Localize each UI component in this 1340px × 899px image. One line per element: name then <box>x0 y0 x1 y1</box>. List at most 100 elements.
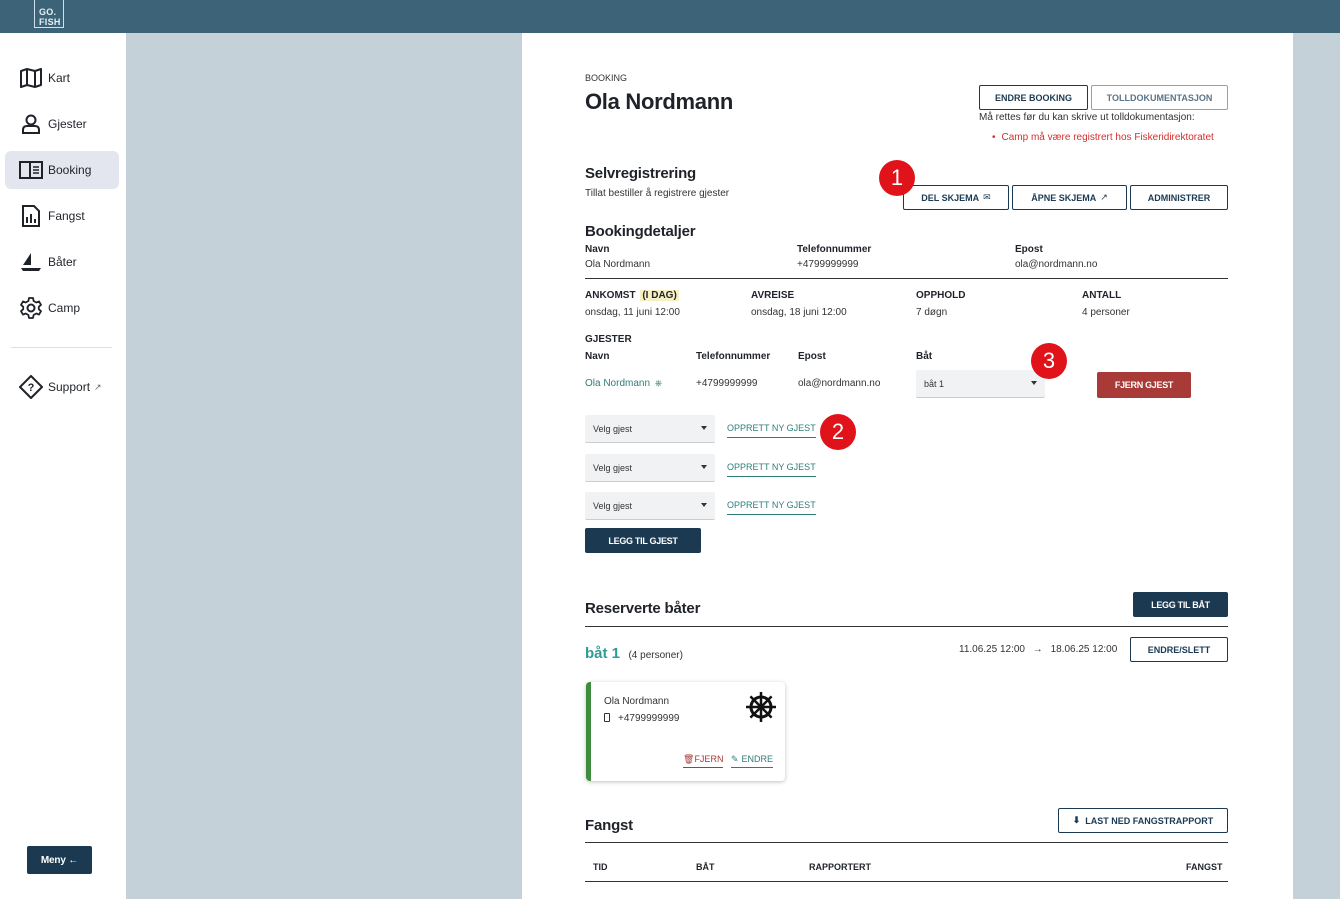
catch-header-divider <box>585 881 1228 882</box>
sidebar-item-label: Fangst <box>48 209 85 223</box>
guests-col-name: Navn <box>585 351 610 362</box>
chevron-down-icon <box>701 426 707 430</box>
edit-delete-boat-button[interactable]: ENDRE/SLETT <box>1130 637 1228 662</box>
guests-col-phone: Telefonnummer <box>696 351 771 362</box>
sidebar-item-support[interactable]: ? Support ↗ <box>5 368 119 406</box>
share-form-button[interactable]: DEL SKJEMA ✉ <box>903 185 1009 210</box>
edit-booking-button[interactable]: ENDRE BOOKING <box>979 85 1088 110</box>
arrival-value: onsdag, 11 juni 12:00 <box>585 307 680 318</box>
external-link-icon: ↗ <box>94 381 102 392</box>
page-title: Ola Nordmann <box>585 89 733 114</box>
customs-documentation-button[interactable]: TOLLDOKUMENTASJON <box>1091 85 1228 110</box>
customs-warning-text: Camp må være registrert hos Fiskeridirek… <box>1001 132 1214 143</box>
sidebar-item-gjester[interactable]: Gjester <box>5 105 119 143</box>
menu-toggle-button[interactable]: Meny ← <box>27 846 92 874</box>
today-badge: (I DAG) <box>640 290 679 301</box>
details-divider <box>585 278 1228 279</box>
stay-value: 7 døgn <box>916 307 948 318</box>
card-edit-link[interactable]: ✎ ENDRE <box>731 754 774 768</box>
sidebar-item-label: Booking <box>48 163 92 177</box>
map-icon <box>19 66 43 90</box>
phone-label: Telefonnummer <box>797 244 872 255</box>
sidebar-item-fangst[interactable]: Fangst <box>5 197 119 235</box>
gear-icon <box>19 296 43 320</box>
guests-title: GJESTER <box>585 334 632 345</box>
boat-name[interactable]: båt 1 <box>585 645 620 662</box>
annotation-badge-2: 2 <box>820 414 856 450</box>
chevron-down-icon <box>701 465 707 469</box>
administer-button[interactable]: ADMINISTRER <box>1130 185 1228 210</box>
sidebar: Kart Gjester Booking Fangst Båter Camp ? <box>0 33 126 899</box>
guests-col-email: Epost <box>798 351 826 362</box>
booking-panel: BOOKING Ola Nordmann ENDRE BOOKING TOLLD… <box>522 33 1293 899</box>
arrow-right-icon: → <box>1032 644 1043 655</box>
select-guest-placeholder: Velg gjest <box>593 462 633 473</box>
guest-boat-select[interactable]: båt 1 <box>916 370 1045 398</box>
boat-icon <box>19 250 43 274</box>
guest-row-name[interactable]: Ola Nordmann ⎈ <box>585 378 662 389</box>
booking-details-title: Bookingdetaljer <box>585 223 696 240</box>
catch-col-catch: FANGST <box>1186 862 1223 872</box>
boat-capacity: (4 personer) <box>628 650 683 661</box>
select-guest-dropdown[interactable]: Velg gjest <box>585 492 715 520</box>
share-form-label: DEL SKJEMA <box>921 192 980 203</box>
departure-label: AVREISE <box>751 290 795 301</box>
sidebar-item-label: Båter <box>48 255 77 269</box>
catch-divider <box>585 842 1228 843</box>
helm-icon: ⎈ <box>654 378 663 388</box>
select-guest-dropdown[interactable]: Velg gjest <box>585 454 715 482</box>
download-catch-report-button[interactable]: ⬇ LAST NED FANGSTRAPPORT <box>1058 808 1228 833</box>
card-remove-link[interactable]: 🗑FJERN <box>683 754 724 768</box>
boat-date-from: 11.06.25 12:00 <box>959 644 1025 655</box>
card-remove-label: FJERN <box>694 754 724 764</box>
sidebar-item-booking[interactable]: Booking <box>5 151 119 189</box>
card-edit-label: ENDRE <box>741 754 774 764</box>
add-guest-button[interactable]: LEGG TIL GJEST <box>585 528 701 553</box>
guest-row-phone: +4799999999 <box>696 378 758 389</box>
chevron-down-icon <box>701 503 707 507</box>
sidebar-item-label: Camp <box>48 301 81 315</box>
chevron-down-icon <box>1031 381 1037 385</box>
sidebar-item-kart[interactable]: Kart <box>5 59 119 97</box>
arrival-label-text: ANKOMST <box>585 290 636 301</box>
trash-icon: 🗑 <box>683 754 695 764</box>
customs-warning-item: • Camp må være registrert hos Fiskeridire… <box>992 132 1214 143</box>
card-guest-phone-row: +4799999999 <box>604 713 679 724</box>
create-new-guest-link[interactable]: OPPRETT NY GJEST <box>727 500 816 515</box>
top-bar: GO. FISH <box>0 0 1340 33</box>
annotation-badge-3: 3 <box>1031 343 1067 379</box>
logo-line1: GO. <box>39 7 57 17</box>
pencil-icon: ✎ <box>731 754 739 764</box>
create-new-guest-link[interactable]: OPPRETT NY GJEST <box>727 462 816 477</box>
boat-date-to: 18.06.25 12:00 <box>1050 644 1118 655</box>
phone-icon <box>604 713 610 722</box>
open-form-label: ÅPNE SKJEMA <box>1031 192 1097 203</box>
guest-boat-value: båt 1 <box>924 378 945 389</box>
reserved-boats-title: Reserverte båter <box>585 600 701 617</box>
select-guest-placeholder: Velg gjest <box>593 500 633 511</box>
open-form-button[interactable]: ÅPNE SKJEMA ↗ <box>1012 185 1127 210</box>
external-link-icon: ↗ <box>1100 192 1108 202</box>
arrival-label: ANKOMST (I DAG) <box>585 290 679 301</box>
sidebar-item-label: Gjester <box>48 117 87 131</box>
boat-dates: 11.06.25 12:00 → 18.06.25 12:00 <box>959 644 1117 655</box>
guest-name-link[interactable]: Ola Nordmann <box>585 378 650 389</box>
self-registration-subtitle: Tillat bestiller å registrere gjester <box>585 188 730 199</box>
select-guest-dropdown[interactable]: Velg gjest <box>585 415 715 443</box>
remove-guest-button[interactable]: FJERN GJEST <box>1097 372 1191 398</box>
app-logo[interactable]: GO. FISH <box>34 0 64 28</box>
create-new-guest-link[interactable]: OPPRETT NY GJEST <box>727 423 816 438</box>
sidebar-item-camp[interactable]: Camp <box>5 289 119 327</box>
add-boat-button[interactable]: LEGG TIL BÅT <box>1133 592 1228 617</box>
boats-divider <box>585 626 1228 627</box>
warning-bullet: • <box>992 132 996 143</box>
logo-line2: FISH <box>39 17 61 27</box>
sidebar-item-bater[interactable]: Båter <box>5 243 119 281</box>
svg-text:?: ? <box>28 382 35 394</box>
customs-warning-intro: Må rettes før du kan skrive ut tolldokum… <box>979 112 1195 123</box>
card-guest-phone: +4799999999 <box>618 713 680 724</box>
ship-wheel-icon <box>744 690 778 729</box>
select-guest-placeholder: Velg gjest <box>593 423 633 434</box>
name-value: Ola Nordmann <box>585 259 651 270</box>
catch-title: Fangst <box>585 817 633 834</box>
